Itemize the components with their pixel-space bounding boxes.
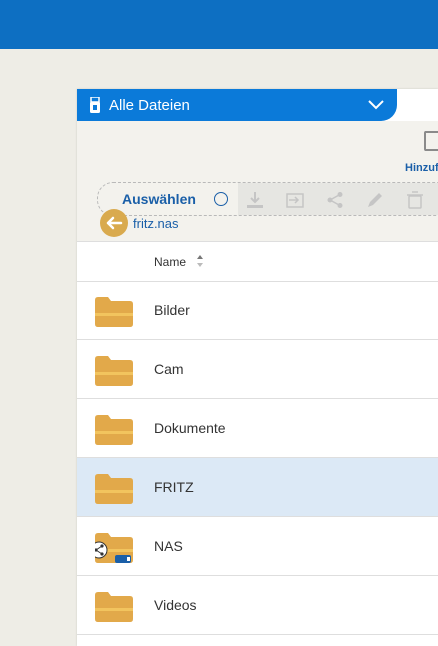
folder-row[interactable]: Bilder [77,281,438,340]
sort-icon[interactable] [196,253,204,269]
add-folder-icon[interactable] [424,131,438,151]
folder-row[interactable]: Cam [77,340,438,399]
folder-icon [95,474,133,504]
table-header: Name [77,241,438,282]
chevron-down-icon [367,97,385,115]
column-name-header[interactable]: Name [154,255,186,269]
usb-drive-icon [89,97,101,113]
toolbar-area: Hinzuf Auswählen fritz.nas [77,121,438,241]
add-button-label[interactable]: Hinzuf [405,162,438,174]
top-bar [0,0,438,49]
select-button[interactable]: Auswählen [122,191,196,207]
folder-name: Bilder [154,302,190,318]
back-button[interactable] [100,209,128,237]
folder-icon [95,592,133,622]
edit-icon[interactable] [366,191,384,209]
folder-row[interactable]: FRITZ [77,458,438,517]
disabled-tools [238,183,438,215]
storage-dropdown[interactable]: Alle Dateien [77,89,397,121]
folder-icon [95,415,133,445]
folder-name: Dokumente [154,420,226,436]
folder-icon [95,356,133,386]
shared-folder-icon [90,533,133,563]
folder-name: FRITZ [154,479,194,495]
folder-name: Videos [154,597,197,613]
file-panel: Alle Dateien Hinzuf Auswählen fritz.nas … [77,89,438,646]
select-check-icon[interactable] [214,192,228,206]
folder-name: NAS [154,538,183,554]
action-toolbar: Auswählen [97,182,438,216]
delete-icon[interactable] [406,191,424,209]
folder-row[interactable]: Videos [77,576,438,635]
move-icon[interactable] [286,191,304,209]
share-icon[interactable] [326,191,344,209]
folder-icon [95,297,133,327]
folder-name: Cam [154,361,184,377]
folder-row[interactable]: Dokumente [77,399,438,458]
breadcrumb[interactable]: fritz.nas [133,216,179,231]
folder-row[interactable]: NAS [77,517,438,576]
storage-dropdown-label: Alle Dateien [109,96,190,114]
download-icon[interactable] [246,191,264,209]
